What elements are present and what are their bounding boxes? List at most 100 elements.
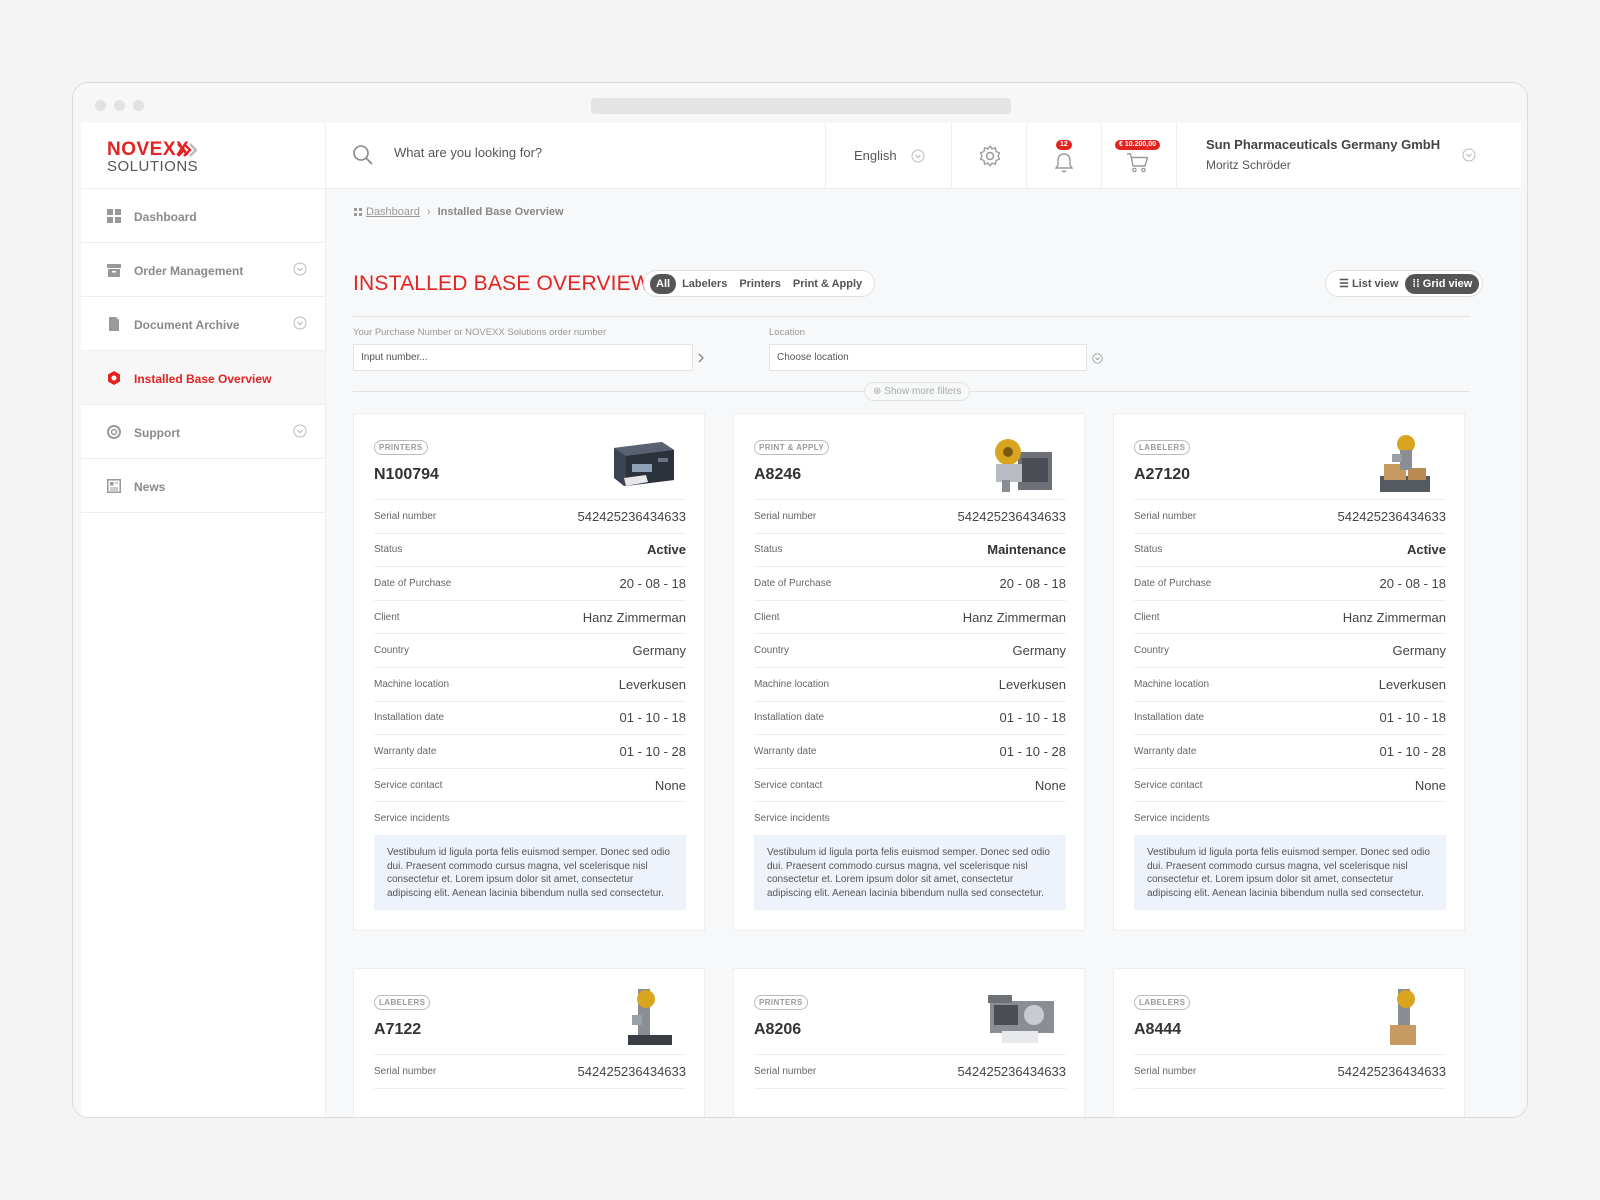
language-selector[interactable]: English xyxy=(826,123,952,189)
row-date-of-purchase: Date of Purchase 20 - 08 - 18 xyxy=(374,566,686,600)
row-label: Installation date xyxy=(1134,712,1205,724)
warranty-date-value: 01 - 10 - 28 xyxy=(619,743,687,759)
service-incidents-text: Vestibulum id ligula porta felis euismod… xyxy=(1134,835,1446,910)
sidebar-item-dashboard[interactable]: Dashboard xyxy=(81,189,325,243)
row-warranty-date: Warranty date 01 - 10 - 28 xyxy=(374,734,686,768)
row-serial-number: Serial number 542425236434633 xyxy=(1134,499,1446,533)
sidebar-item-news[interactable]: News xyxy=(81,459,325,513)
installation-date-value: 01 - 10 - 18 xyxy=(619,710,687,726)
sidebar-item-support[interactable]: Support xyxy=(81,405,325,459)
sidebar-item-installed-base-overview[interactable]: Installed Base Overview xyxy=(81,351,325,405)
tab-labelers[interactable]: Labelers xyxy=(676,274,733,294)
machine-card[interactable]: LABELERS A8444 Serial number 542425236434… xyxy=(1113,968,1465,1117)
chevron-down-icon[interactable] xyxy=(293,424,307,438)
warranty-date-value: 01 - 10 - 28 xyxy=(1379,743,1447,759)
grid-view-button[interactable]: ⁞⁞ Grid view xyxy=(1405,273,1480,294)
list-view-button[interactable]: ☰ List view xyxy=(1332,273,1405,294)
serial-number-value: 542425236434633 xyxy=(1337,1063,1446,1079)
list-view-label: List view xyxy=(1351,278,1399,290)
location-label: Location xyxy=(769,327,805,338)
location-value: Leverkusen xyxy=(618,676,686,692)
row-status xyxy=(754,1087,1066,1117)
chevron-down-icon[interactable] xyxy=(293,262,307,276)
location-select[interactable] xyxy=(769,344,1087,371)
card-details: Serial number 542425236434633 Status Activ… xyxy=(1134,499,1446,835)
search-icon[interactable] xyxy=(352,144,374,166)
chevron-down-icon[interactable] xyxy=(293,316,307,330)
row-service-incidents: Service incidents xyxy=(374,801,686,835)
window-close-dot[interactable] xyxy=(95,100,106,111)
machine-card[interactable]: LABELERS A7122 Serial number 542425236434… xyxy=(353,968,705,1117)
window-zoom-dot[interactable] xyxy=(133,100,144,111)
installation-date-value: 01 - 10 - 18 xyxy=(1379,710,1447,726)
row-label: Service incidents xyxy=(754,813,830,825)
row-service-incidents: Service incidents xyxy=(754,801,1066,835)
category-badge: LABELERS xyxy=(1134,995,1191,1010)
card-details: Serial number 542425236434633 Status Maint… xyxy=(754,499,1066,835)
list-icon: ☰ xyxy=(1339,278,1349,290)
account-chevron-down-icon[interactable] xyxy=(1462,148,1476,162)
breadcrumb-dashboard-link[interactable]: Dashboard xyxy=(366,206,420,218)
machine-card[interactable]: PRINTERS N100794 Serial number 5424252364… xyxy=(353,413,705,931)
search-input[interactable] xyxy=(394,145,794,160)
address-bar[interactable] xyxy=(591,98,1011,114)
cart-total-badge: € 10.200,00 xyxy=(1115,140,1160,150)
machine-card[interactable]: LABELERS A27120 Serial number 54242523643… xyxy=(1113,413,1465,931)
window-minimize-dot[interactable] xyxy=(114,100,125,111)
brand-logo[interactable]: NOVEXX SOLUTIONS xyxy=(81,123,326,189)
grid-icon xyxy=(107,209,121,223)
row-label: Date of Purchase xyxy=(754,577,832,589)
order-number-field[interactable] xyxy=(353,344,693,371)
purchase-date-value: 20 - 08 - 18 xyxy=(1379,575,1447,591)
country-value: Germany xyxy=(1012,643,1066,659)
serial-number-value: 542425236434633 xyxy=(957,508,1066,524)
machine-id: N100794 xyxy=(374,466,439,483)
lifebuoy-icon xyxy=(107,425,121,439)
breadcrumb-separator: › xyxy=(426,206,431,218)
row-client: Client Hanz Zimmerman xyxy=(754,599,1066,634)
view-toggle: ☰ List view ⁞⁞ Grid view xyxy=(1325,270,1484,297)
row-country: Country Germany xyxy=(754,633,1066,667)
row-installation-date: Installation date 01 - 10 - 18 xyxy=(374,700,687,735)
row-label: Status xyxy=(374,544,403,556)
row-machine-location: Machine location Leverkusen xyxy=(374,666,686,701)
row-status xyxy=(374,1087,686,1117)
machine-card[interactable]: PRINTERS A8206 Serial number 542425236434… xyxy=(733,968,1085,1117)
show-more-filters-button[interactable]: ⊕ Show more filters xyxy=(864,382,971,401)
notifications-button[interactable]: 12 xyxy=(1027,123,1102,189)
sidebar-item-document-archive[interactable]: Document Archive xyxy=(81,297,325,351)
chevron-down-icon[interactable] xyxy=(1092,353,1103,364)
search-bar[interactable] xyxy=(326,123,826,189)
show-more-filters-label: Show more filters xyxy=(884,386,962,397)
purchase-date-value: 20 - 08 - 18 xyxy=(619,575,687,591)
order-number-input[interactable] xyxy=(354,345,692,370)
company-name[interactable]: Sun Pharmaceuticals Germany GmbH xyxy=(1206,137,1440,152)
row-label: Installation date xyxy=(374,712,445,724)
row-date-of-purchase: Date of Purchase 20 - 08 - 18 xyxy=(754,566,1066,600)
machine-card[interactable]: PRINT & APPLY A8246 Serial number 5424252… xyxy=(733,413,1085,931)
row-label: Serial number xyxy=(1134,1065,1197,1077)
user-name[interactable]: Moritz Schröder xyxy=(1206,158,1291,172)
tab-printers[interactable]: Printers xyxy=(733,274,787,294)
row-label: Warranty date xyxy=(1134,745,1197,757)
cart-icon xyxy=(1127,153,1149,173)
row-service-contact: Service contact None xyxy=(374,767,686,802)
tab-all[interactable]: All xyxy=(650,273,677,294)
chevron-right-icon[interactable] xyxy=(697,353,705,363)
cart-button[interactable]: € 10.200,00 xyxy=(1102,123,1177,189)
category-badge: PRINTERS xyxy=(374,440,428,455)
serial-number-value: 542425236434633 xyxy=(1337,508,1446,524)
tab-print-and-apply[interactable]: Print & Apply xyxy=(787,274,868,294)
sidebar-item-order-management[interactable]: Order Management xyxy=(81,243,325,297)
settings-button[interactable] xyxy=(952,123,1027,189)
location-input[interactable] xyxy=(770,345,1086,370)
row-country: Country Germany xyxy=(1134,633,1446,667)
row-warranty-date: Warranty date 01 - 10 - 28 xyxy=(1134,734,1446,768)
country-value: Germany xyxy=(1392,643,1446,659)
card-details: Serial number 542425236434633 xyxy=(1134,1054,1446,1117)
printer-image xyxy=(988,995,1054,1043)
row-machine-location: Machine location Leverkusen xyxy=(754,666,1066,701)
labeler-image xyxy=(1380,435,1430,492)
row-serial-number: Serial number 542425236434633 xyxy=(754,1054,1066,1088)
chevron-down-icon xyxy=(911,149,925,163)
